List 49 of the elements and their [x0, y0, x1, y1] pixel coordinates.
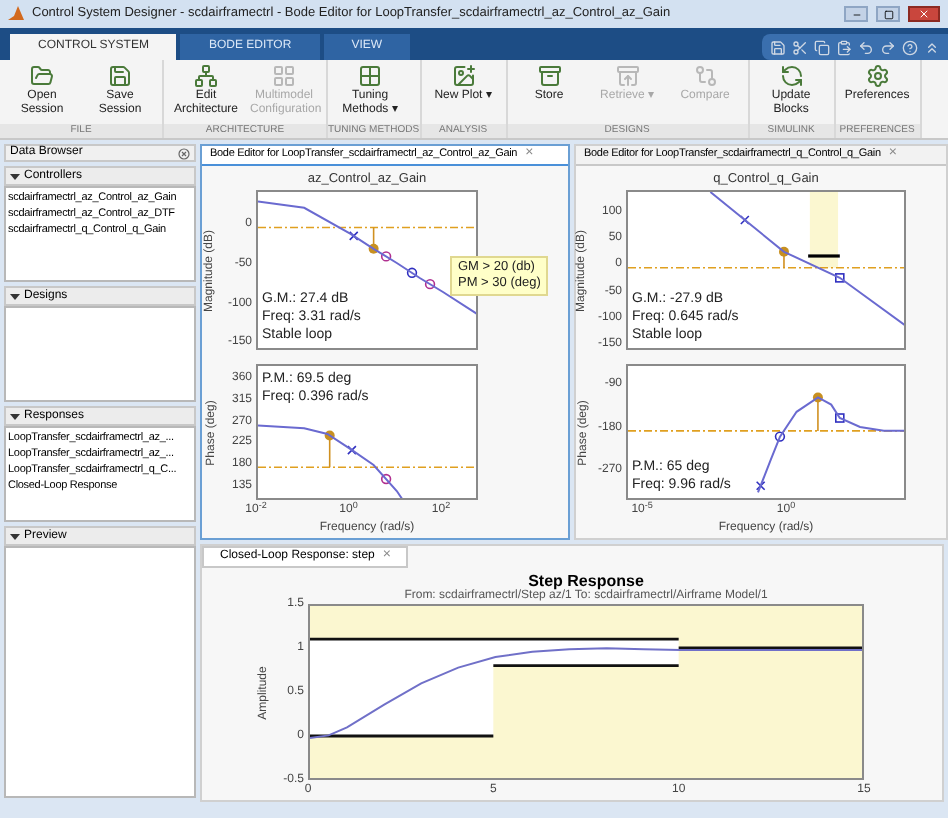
circle-marker-icon [380, 251, 392, 262]
square-marker-icon [835, 273, 845, 283]
grid-icon [272, 64, 296, 88]
close-circle-icon[interactable] [178, 147, 190, 159]
cross-marker-icon [755, 480, 766, 491]
undo-icon[interactable] [858, 39, 874, 55]
constraint-region [809, 192, 839, 268]
cross-marker-icon [347, 445, 357, 455]
archive-icon [537, 64, 562, 88]
triangle-icon [10, 291, 20, 301]
settings-icon [865, 64, 890, 88]
paste-icon[interactable] [836, 39, 852, 55]
maximize-button[interactable] [876, 6, 900, 22]
triangle-icon [10, 411, 20, 421]
image-plus-icon [451, 64, 476, 88]
minimize-icon [851, 9, 861, 19]
plot-title: Step Response [528, 572, 644, 590]
refresh-icon [779, 64, 804, 88]
cross-marker-icon [348, 231, 359, 241]
triangle-icon [10, 531, 20, 541]
triangle-icon [10, 171, 20, 181]
circle-marker-icon [406, 267, 418, 279]
close-icon [918, 8, 930, 20]
margin-marker-icon [778, 246, 789, 269]
save-icon[interactable] [770, 39, 786, 55]
maximize-icon [883, 9, 893, 19]
archive-restore-icon [615, 64, 640, 88]
peak-logo-icon [8, 6, 24, 22]
margin-marker-icon [812, 392, 823, 432]
circle-marker-icon [774, 431, 786, 442]
close-button[interactable] [908, 6, 940, 22]
window-grid-icon [358, 64, 382, 88]
minimize-button[interactable] [844, 6, 868, 22]
collapse-icon[interactable] [924, 39, 940, 55]
bound-line [808, 254, 840, 258]
margin-marker-icon [368, 226, 379, 254]
save-icon [108, 64, 132, 88]
square-marker-icon [835, 413, 845, 423]
redo-icon[interactable] [880, 39, 896, 55]
cut-icon[interactable] [792, 39, 808, 55]
margin-marker-icon [324, 430, 335, 469]
cross-marker-icon [740, 215, 750, 225]
copy-icon[interactable] [814, 39, 830, 55]
compare-icon [693, 64, 718, 88]
help-icon[interactable] [902, 39, 918, 55]
circle-marker-icon [424, 278, 436, 290]
network-icon [194, 64, 218, 88]
circle-marker-icon [380, 473, 392, 485]
folder-icon [30, 64, 54, 88]
